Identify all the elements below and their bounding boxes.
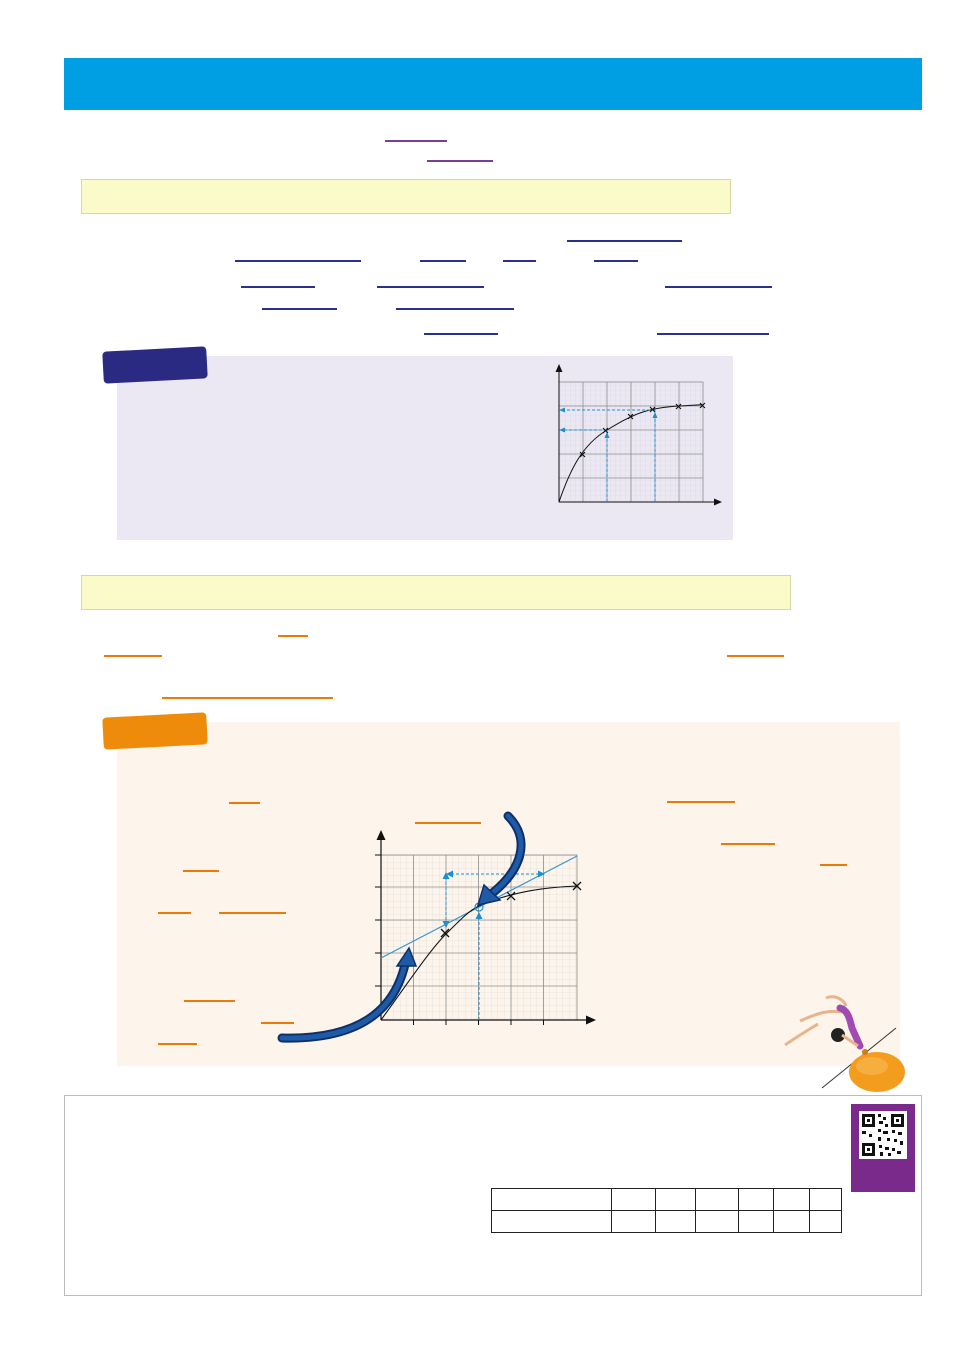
table-cell bbox=[809, 1188, 842, 1211]
table-cell bbox=[655, 1210, 696, 1233]
table-cell bbox=[695, 1188, 739, 1211]
table-cell bbox=[695, 1210, 739, 1233]
tangent-graph bbox=[277, 811, 596, 1043]
term-underline[interactable] bbox=[183, 870, 219, 872]
table-cell bbox=[655, 1188, 696, 1211]
term-underline[interactable] bbox=[503, 260, 536, 262]
table-cell bbox=[611, 1210, 656, 1233]
table-cell bbox=[738, 1210, 774, 1233]
term-underline[interactable] bbox=[721, 843, 775, 845]
table-cell bbox=[773, 1210, 810, 1233]
qr-code-icon[interactable] bbox=[851, 1104, 915, 1192]
term-underline[interactable] bbox=[158, 912, 191, 914]
example-graph bbox=[555, 364, 722, 506]
term-underline[interactable] bbox=[594, 260, 638, 262]
term-underline[interactable] bbox=[727, 655, 784, 657]
example-tab bbox=[102, 346, 208, 384]
intro-term-underline[interactable] bbox=[427, 160, 493, 162]
term-underline[interactable] bbox=[241, 286, 315, 288]
term-underline[interactable] bbox=[262, 308, 337, 310]
footer-table bbox=[491, 1188, 842, 1233]
term-underline[interactable] bbox=[229, 802, 260, 804]
term-underline[interactable] bbox=[420, 260, 466, 262]
term-underline[interactable] bbox=[235, 260, 361, 262]
intro-term-underline[interactable] bbox=[385, 140, 447, 142]
table-cell bbox=[809, 1210, 842, 1233]
term-underline[interactable] bbox=[820, 864, 847, 866]
table-cell bbox=[773, 1188, 810, 1211]
table-row bbox=[491, 1188, 842, 1211]
term-underline[interactable] bbox=[657, 333, 769, 335]
title-banner bbox=[64, 58, 922, 110]
term-underline[interactable] bbox=[278, 635, 308, 637]
key-point-box bbox=[81, 575, 791, 610]
table-cell bbox=[738, 1188, 774, 1211]
term-underline[interactable] bbox=[424, 333, 498, 335]
gymnast-illustration bbox=[784, 995, 905, 1092]
key-point-box bbox=[81, 179, 731, 214]
term-underline[interactable] bbox=[162, 697, 333, 699]
term-underline[interactable] bbox=[184, 1000, 235, 1002]
table-cell bbox=[491, 1188, 612, 1211]
term-underline[interactable] bbox=[396, 308, 514, 310]
table-row bbox=[491, 1210, 842, 1233]
term-underline[interactable] bbox=[104, 655, 162, 657]
term-underline[interactable] bbox=[567, 240, 682, 242]
term-underline[interactable] bbox=[665, 286, 772, 288]
table-cell bbox=[611, 1188, 656, 1211]
term-underline[interactable] bbox=[377, 286, 484, 288]
term-underline[interactable] bbox=[667, 801, 735, 803]
qr-code-pattern bbox=[859, 1111, 907, 1159]
example-tab bbox=[102, 712, 208, 750]
term-underline[interactable] bbox=[158, 1043, 197, 1045]
table-cell bbox=[491, 1210, 612, 1233]
